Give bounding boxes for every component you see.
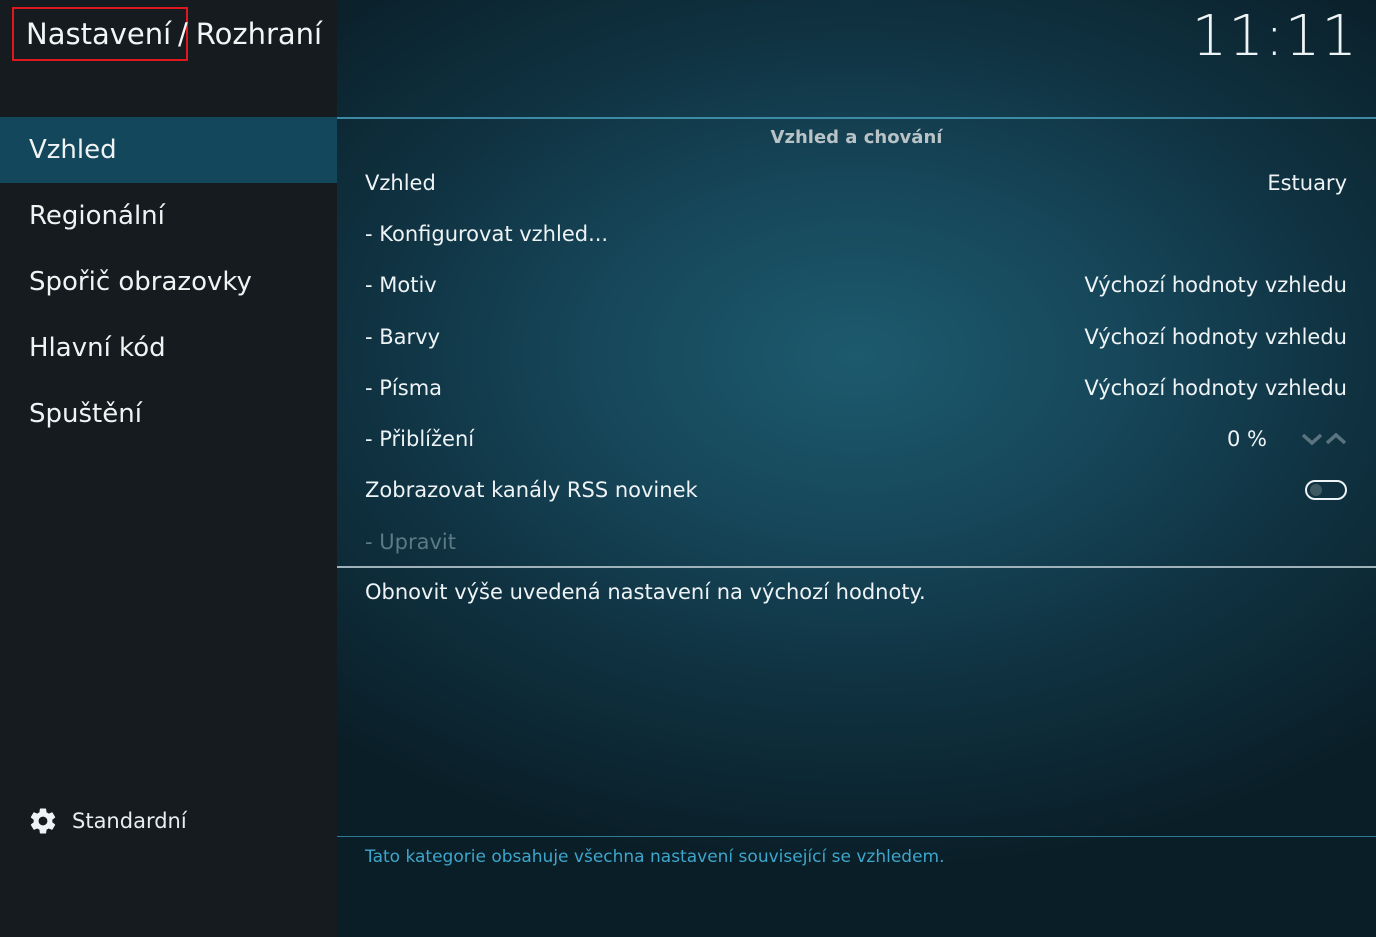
toggle-knob [1310,484,1322,497]
setting-value: 0 % [1227,427,1267,452]
settings-level-label: Standardní [72,809,187,833]
chevron-down-icon[interactable] [1301,432,1323,446]
settings-panel: 11:11 Vzhled a chování Vzhled Estuary - … [337,0,1376,937]
settings-window: Nastavení / Rozhraní Vzhled Regionální S… [0,0,1376,937]
sidebar-item-hlavni-kod[interactable]: Hlavní kód [0,315,337,381]
category-description: Tato kategorie obsahuje všechna nastaven… [365,847,945,867]
top-divider [337,117,1376,119]
setting-label: - Přiblížení [365,427,475,452]
setting-value: Výchozí hodnoty vzhledu [1084,324,1347,349]
setting-rss[interactable]: Zobrazovat kanály RSS novinek [365,465,1347,516]
zoom-spinner: 0 % [1227,427,1347,451]
category-nav: Vzhled Regionální Spořič obrazovky Hlavn… [0,117,337,447]
breadcrumb: Nastavení / Rozhraní [12,5,322,63]
setting-theme[interactable]: - Motiv Výchozí hodnoty vzhledu [365,260,1347,311]
breadcrumb-separator: / [178,17,188,51]
breadcrumb-current: Rozhraní [195,17,323,51]
sidebar-item-vzhled[interactable]: Vzhled [0,117,337,183]
rss-toggle[interactable] [1305,480,1347,501]
sidebar-item-label: Spořič obrazovky [29,267,252,297]
setting-value: Výchozí hodnoty vzhledu [1084,375,1347,400]
sidebar-item-label: Spuštění [29,399,142,429]
setting-label: - Písma [365,375,443,400]
setting-value: Výchozí hodnoty vzhledu [1084,273,1347,298]
sidebar-item-sporic-obrazovky[interactable]: Spořič obrazovky [0,249,337,315]
sidebar-item-regionalni[interactable]: Regionální [0,183,337,249]
reset-defaults-action[interactable]: Obnovit výše uvedená nastavení na výchoz… [365,580,926,604]
clock: 11:11 [1191,4,1358,69]
gear-icon [30,808,56,834]
sidebar-item-label: Vzhled [29,135,117,165]
setting-zoom[interactable]: - Přiblížení 0 % [365,413,1347,464]
setting-label: - Konfigurovat vzhled... [365,221,609,246]
setting-label: - Upravit [365,529,456,554]
sidebar-item-label: Regionální [29,201,165,231]
breadcrumb-highlight-box: Nastavení [12,7,188,61]
chevron-up-icon[interactable] [1325,432,1347,446]
settings-level-button[interactable]: Standardní [28,806,187,836]
setting-edit-rss: - Upravit [365,516,1347,567]
sidebar: Nastavení / Rozhraní Vzhled Regionální S… [0,0,337,937]
setting-value: Estuary [1267,170,1347,195]
setting-label: Vzhled [365,170,436,195]
bottom-divider [337,836,1376,837]
sidebar-item-label: Hlavní kód [29,333,166,363]
setting-label: - Motiv [365,273,437,298]
setting-fonts[interactable]: - Písma Výchozí hodnoty vzhledu [365,362,1347,413]
setting-skin[interactable]: Vzhled Estuary [365,157,1347,208]
sidebar-item-spusteni[interactable]: Spuštění [0,381,337,447]
settings-list: Vzhled Estuary - Konfigurovat vzhled... … [365,157,1347,567]
section-title: Vzhled a chování [770,127,943,148]
setting-label: - Barvy [365,324,441,349]
breadcrumb-section[interactable]: Nastavení [26,17,171,51]
setting-label: Zobrazovat kanály RSS novinek [365,478,698,503]
zoom-spinner-controls [1301,432,1347,446]
setting-configure-skin[interactable]: - Konfigurovat vzhled... [365,208,1347,259]
setting-colors[interactable]: - Barvy Výchozí hodnoty vzhledu [365,311,1347,362]
settings-divider [337,566,1376,568]
